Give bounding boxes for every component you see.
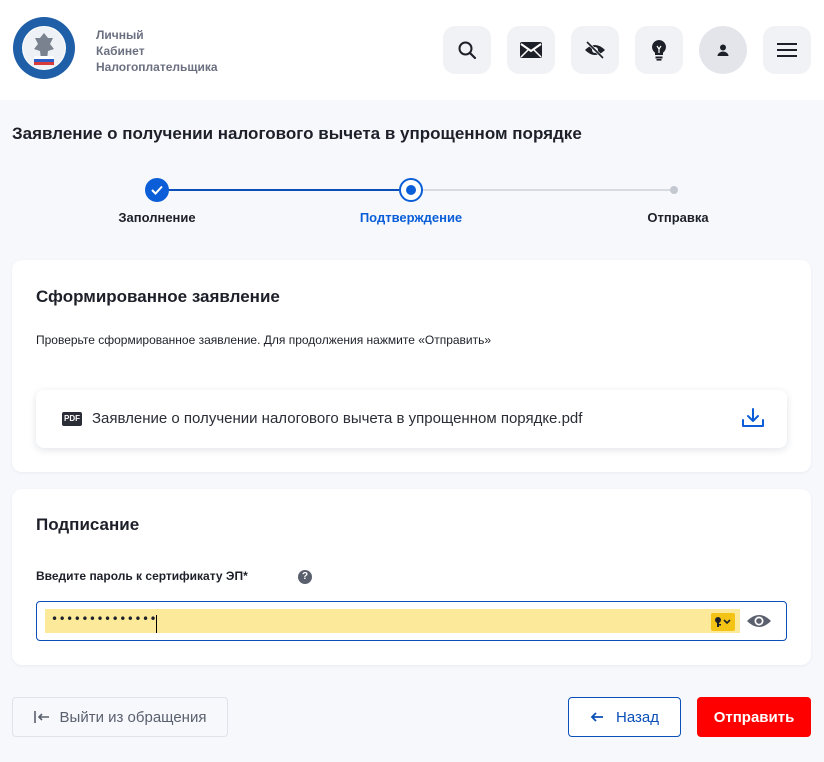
eye-off-icon [585, 40, 605, 60]
menu-icon [777, 43, 797, 57]
accessibility-button[interactable] [571, 26, 619, 74]
arrow-left-icon [590, 712, 603, 722]
step-label-send: Отправка [647, 210, 709, 225]
top-header: Личный Кабинет Налогоплательщика [0, 0, 824, 100]
back-label: Назад [616, 708, 659, 726]
password-label: Введите пароль к сертификату ЭП* [36, 569, 248, 583]
eye-icon[interactable] [746, 612, 772, 630]
exit-icon [33, 711, 49, 723]
profile-button[interactable] [699, 26, 747, 74]
signing-title: Подписание [36, 515, 140, 534]
signing-card: Подписание Введите пароль к сертификату … [12, 489, 811, 665]
help-icon[interactable]: ? [298, 570, 312, 584]
step-pending-indicator [670, 186, 678, 194]
stepper-line-pending [411, 189, 674, 191]
step-active-indicator [399, 178, 423, 202]
brand-line: Личный [96, 28, 144, 42]
send-button[interactable]: Отправить [697, 697, 811, 737]
step-done-indicator [145, 178, 169, 202]
statement-description: Проверьте сформированное заявление. Для … [36, 333, 492, 347]
progress-stepper: Заполнение Подтверждение Отправка [0, 170, 824, 230]
download-icon[interactable] [741, 407, 765, 429]
password-input[interactable]: •••••••••••••• [51, 612, 157, 626]
statement-card: Сформированное заявление Проверьте сформ… [12, 260, 811, 472]
page-title: Заявление о получении налогового вычета … [12, 124, 582, 143]
mail-icon [520, 42, 542, 58]
pdf-icon: PDF [62, 412, 82, 426]
step-label-confirm: Подтверждение [359, 210, 463, 225]
tips-button[interactable] [635, 26, 683, 74]
back-button[interactable]: Назад [568, 697, 681, 737]
user-icon [717, 44, 729, 56]
stepper-line-done [157, 189, 411, 191]
step-label-fill: Заполнение [118, 210, 196, 225]
menu-button[interactable] [763, 26, 811, 74]
certificate-password-field[interactable]: •••••••••••••• [36, 601, 787, 641]
statement-title: Сформированное заявление [36, 287, 280, 306]
file-name[interactable]: Заявление о получении налогового вычета … [92, 410, 582, 427]
key-icon [715, 617, 731, 627]
brand-line: Кабинет [96, 44, 145, 58]
mail-button[interactable] [507, 26, 555, 74]
search-button[interactable] [443, 26, 491, 74]
brand-line: Налогоплательщика [96, 60, 218, 74]
search-icon [458, 41, 477, 60]
brand-name: Личный Кабинет Налогоплательщика [96, 27, 218, 75]
statement-file[interactable]: PDF Заявление о получении налогового выч… [36, 390, 787, 448]
exit-request-button[interactable]: Выйти из обращения [12, 697, 228, 737]
fns-logo[interactable] [12, 16, 76, 80]
lightbulb-icon [652, 40, 666, 61]
password-manager-button[interactable] [711, 613, 735, 631]
check-icon [151, 185, 163, 195]
exit-label: Выйти из обращения [59, 708, 207, 726]
